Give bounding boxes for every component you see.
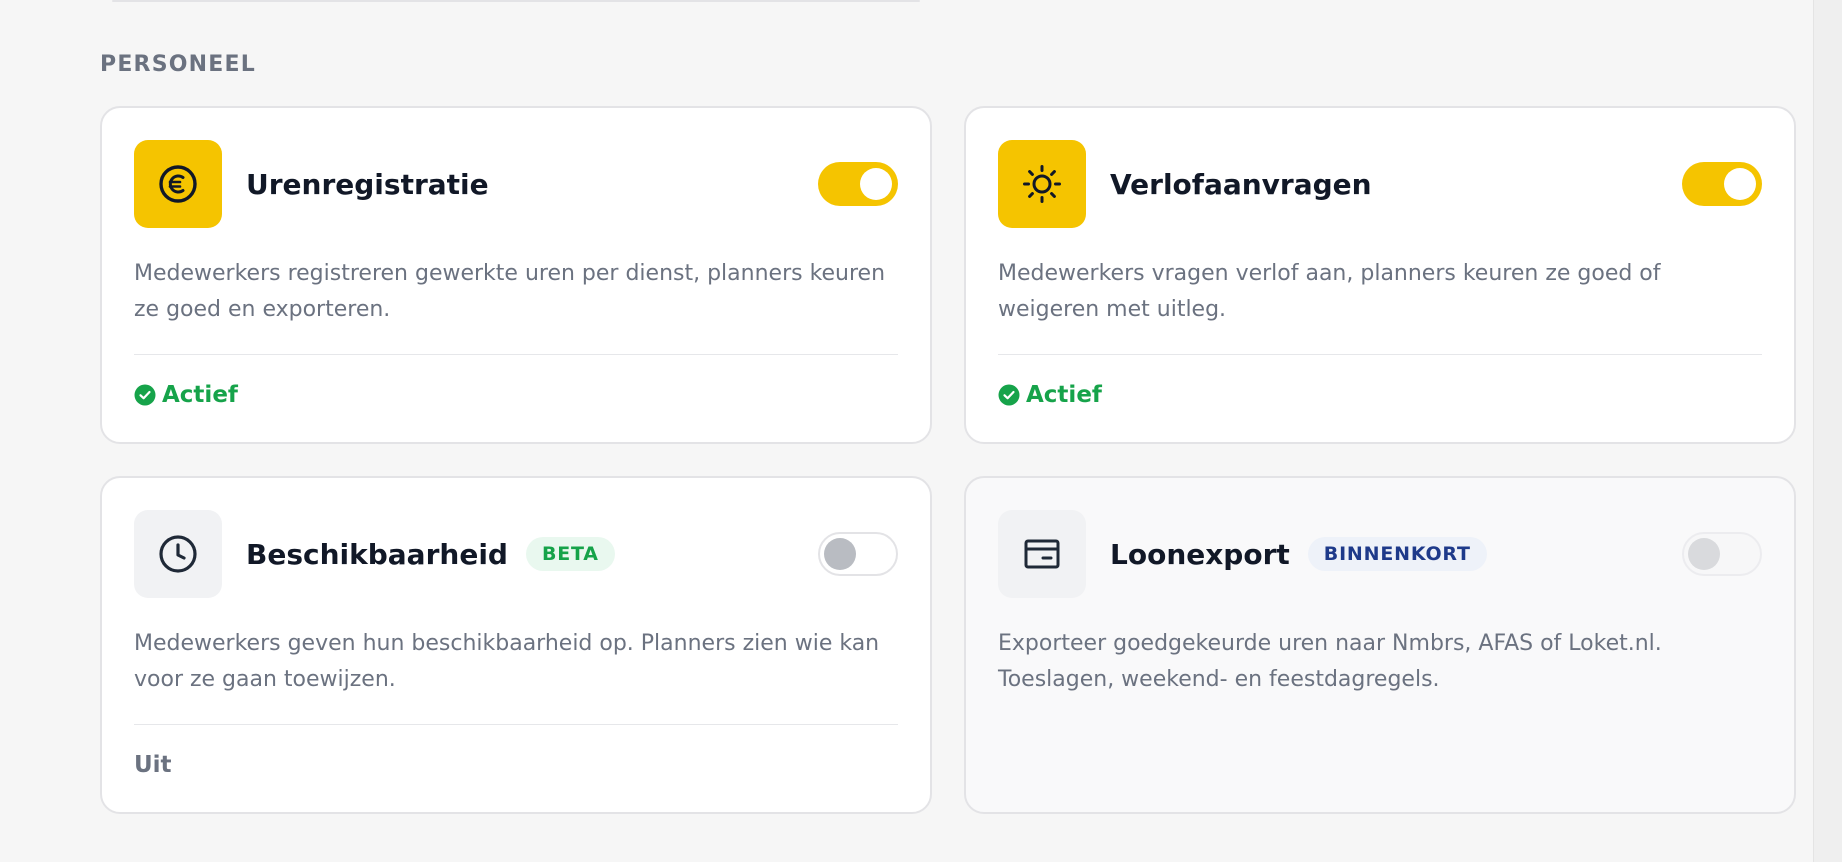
card-header: Verlofaanvragen: [998, 140, 1762, 228]
scrollbar[interactable]: [1813, 0, 1842, 862]
beta-badge: BETA: [525, 537, 615, 571]
card-description: Medewerkers vragen verlof aan, planners …: [998, 261, 1661, 322]
module-card-loonexport: Loonexport BINNENKORT Exporteer goedgeke…: [964, 476, 1796, 814]
status-badge: Actief: [134, 382, 238, 408]
module-grid: Urenregistratie Medewerkers registreren …: [100, 106, 1796, 814]
card-divider: [134, 724, 898, 725]
module-card-urenregistratie: Urenregistratie Medewerkers registreren …: [100, 106, 932, 444]
status-label: Actief: [162, 382, 238, 408]
clock-icon: [134, 510, 222, 598]
top-divider: [112, 0, 920, 2]
euro-coin-icon: [134, 140, 222, 228]
check-circle-icon: [998, 384, 1020, 406]
toggle-knob: [1724, 168, 1756, 200]
status-badge: Uit: [134, 752, 172, 778]
card-title: Urenregistratie: [246, 167, 489, 201]
toggle-knob: [860, 168, 892, 200]
module-toggle[interactable]: [818, 532, 898, 576]
status-badge: Actief: [998, 382, 1102, 408]
section-title: PERSONEEL: [100, 52, 256, 77]
card-divider: [134, 354, 898, 355]
module-card-beschikbaarheid: Beschikbaarheid BETA Medewerkers geven h…: [100, 476, 932, 814]
card-title: Loonexport: [1110, 537, 1290, 571]
card-description: Exporteer goedgekeurde uren naar Nmbrs, …: [998, 631, 1662, 692]
card-header: Beschikbaarheid BETA: [134, 510, 898, 598]
module-toggle[interactable]: [1682, 162, 1762, 206]
card-title: Beschikbaarheid: [246, 537, 508, 571]
status-label: Actief: [1026, 382, 1102, 408]
module-toggle[interactable]: [1682, 532, 1762, 576]
card-divider: [998, 354, 1762, 355]
card-header: Urenregistratie: [134, 140, 898, 228]
toggle-knob: [824, 538, 856, 570]
card-header: Loonexport BINNENKORT: [998, 510, 1762, 598]
coming-soon-badge: BINNENKORT: [1307, 537, 1487, 571]
module-card-verlofaanvragen: Verlofaanvragen Medewerkers vragen verlo…: [964, 106, 1796, 444]
card-title: Verlofaanvragen: [1110, 167, 1372, 201]
wallet-icon: [998, 510, 1086, 598]
status-label: Uit: [134, 752, 172, 778]
card-description: Medewerkers geven hun beschikbaarheid op…: [134, 631, 880, 692]
check-circle-icon: [134, 384, 156, 406]
card-description: Medewerkers registreren gewerkte uren pe…: [134, 261, 886, 322]
module-toggle[interactable]: [818, 162, 898, 206]
toggle-knob: [1688, 538, 1720, 570]
page: PERSONEEL Urenregistratie Medewerkers re…: [0, 0, 1842, 862]
sun-icon: [998, 140, 1086, 228]
